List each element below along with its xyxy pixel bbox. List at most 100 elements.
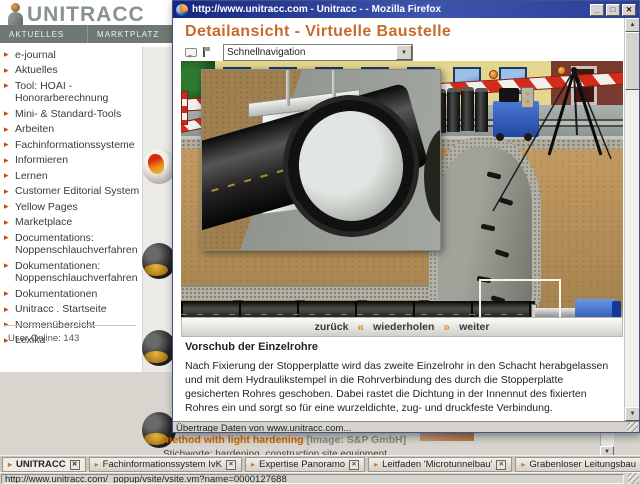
user-online-count: User Online: 143 bbox=[8, 333, 79, 344]
resize-grip[interactable] bbox=[628, 473, 639, 484]
unitracc-figure-icon bbox=[7, 3, 24, 27]
tab-expertise-panoramo[interactable]: ▸ Expertise Panoramo ✕ bbox=[245, 457, 365, 472]
sidebar-item-label: Arbeiten bbox=[15, 123, 54, 135]
scroll-up-button[interactable]: ▲ bbox=[625, 18, 640, 32]
repeat-control[interactable]: wiederholen bbox=[373, 321, 434, 333]
virtual-construction-site-animation[interactable] bbox=[181, 61, 623, 317]
sidebar-item-documentations-noppenschlauch[interactable]: ▸ Documentations: Noppenschlauchverfahren bbox=[2, 230, 140, 258]
popup-status-text: Übertrage Daten von www.unitracc.com... bbox=[176, 423, 351, 433]
tab-bullet-icon: ▸ bbox=[374, 460, 378, 469]
arrow-bullet-icon: ▸ bbox=[4, 64, 9, 77]
article-thumbnail[interactable] bbox=[142, 148, 176, 184]
arrow-bullet-icon: ▸ bbox=[4, 185, 9, 198]
scrollbar-thumb[interactable] bbox=[625, 32, 640, 90]
quicknav-row: Schnellnavigation ▼ bbox=[185, 44, 413, 61]
tab-unitracc[interactable]: ▸UNITRACC✕ bbox=[2, 457, 86, 472]
arrow-bullet-icon: ▸ bbox=[4, 259, 9, 272]
arrow-bullet-icon: ▸ bbox=[4, 169, 9, 182]
arrow-bullet-icon: ▸ bbox=[4, 107, 9, 120]
window-buttons: _ □ ✕ bbox=[590, 4, 636, 16]
sidebar-item-e-journal[interactable]: ▸e-journal bbox=[2, 47, 140, 63]
sidebar-item-aktuelles[interactable]: ▸ Aktuelles bbox=[2, 63, 140, 79]
article-headline-fragment[interactable]: method with light hardening [Image: S&P … bbox=[163, 434, 406, 446]
sidebar-item-marketplace[interactable]: ▸ Marketplace bbox=[2, 215, 140, 231]
sidebar-item-unitracc-startseite[interactable]: ▸Unitracc . Startseite bbox=[2, 302, 140, 318]
tab-close-icon[interactable]: ✕ bbox=[226, 460, 236, 470]
sidebar-item-label: Documentations: Noppenschlauchverfahren bbox=[15, 232, 138, 257]
sidebar-item-label: Marketplace bbox=[15, 216, 72, 228]
popup-scrollbar[interactable]: ▲ ▼ bbox=[624, 18, 639, 421]
tab-close-icon[interactable]: ✕ bbox=[496, 460, 506, 470]
quicknav-value: Schnellnavigation bbox=[224, 47, 396, 58]
tab-close-icon[interactable]: ✕ bbox=[70, 460, 80, 470]
sidebar-item-yellow-pages[interactable]: ▸Yellow Pages bbox=[2, 199, 140, 215]
tab-close-icon[interactable]: ✕ bbox=[349, 460, 359, 470]
article-headline: method with light hardening bbox=[163, 434, 304, 446]
arrow-bullet-icon: ▸ bbox=[4, 231, 9, 244]
arrow-bullet-icon: ▸ bbox=[4, 123, 9, 136]
popup-resize-grip[interactable] bbox=[627, 422, 638, 433]
nav-marktplatz[interactable]: MARKTPLATZ bbox=[88, 25, 176, 43]
sidebar-item-tool-hoai[interactable]: ▸ Tool: HOAI - Honorarberechnung bbox=[2, 78, 140, 106]
sidebar-item-label: Tool: HOAI - Honorarberechnung bbox=[15, 80, 108, 105]
article-text: Vorschub der Einzelrohre Nach Fixierung … bbox=[185, 341, 609, 433]
article-thumbnail[interactable] bbox=[142, 243, 176, 279]
flags-icon[interactable] bbox=[203, 47, 217, 58]
popup-window: http://www.unitracc.com - Unitracc - - M… bbox=[172, 0, 640, 433]
article-title: Vorschub der Einzelrohre bbox=[185, 341, 609, 353]
tab-bullet-icon: ▸ bbox=[95, 460, 99, 469]
sidebar-item-lernen[interactable]: ▸ Lernen bbox=[2, 168, 140, 184]
back-control[interactable]: zurück bbox=[315, 321, 349, 333]
tab-bar: ▸UNITRACC✕ ▸Fachinformationssystem IvK✕ … bbox=[0, 455, 640, 472]
dropdown-arrow-icon: ▼ bbox=[396, 45, 412, 60]
scroll-down-button[interactable]: ▼ bbox=[625, 407, 640, 421]
quicknav-dropdown[interactable]: Schnellnavigation ▼ bbox=[223, 44, 413, 61]
article-paragraph: Nach Fixierung der Stopperplatte wird da… bbox=[185, 359, 609, 415]
detail-inset-overlay bbox=[201, 69, 441, 251]
next-double-arrow-icon: » bbox=[443, 320, 450, 334]
article-thumbnail[interactable] bbox=[142, 330, 176, 366]
sidebar-divider bbox=[4, 325, 136, 326]
sidebar-item-label: Lernen bbox=[15, 170, 48, 182]
sidebar-item-label: Aktuelles bbox=[15, 64, 58, 76]
sidebar-item-mini-standard-tools[interactable]: ▸Mini- & Standard-Tools bbox=[2, 106, 140, 122]
tab-leitfaden-microtunnelbau[interactable]: ▸Leitfaden 'Microtunnelbau'✕ bbox=[368, 457, 512, 472]
popup-titlebar[interactable]: http://www.unitracc.com - Unitracc - - M… bbox=[173, 1, 639, 18]
unitracc-logo[interactable]: UNITRACC bbox=[7, 3, 145, 27]
comment-icon[interactable] bbox=[185, 48, 197, 57]
next-control[interactable]: weiter bbox=[459, 321, 489, 333]
sidebar-item-dokumentationen[interactable]: ▸Dokumentationen bbox=[2, 286, 140, 302]
tab-label: UNITRACC bbox=[16, 459, 66, 470]
arrow-bullet-icon: ▸ bbox=[4, 79, 9, 92]
tab-bullet-icon: ▸ bbox=[251, 460, 255, 469]
sidebar-item-label: Customer Editorial System bbox=[15, 185, 139, 197]
sidebar-item-customer-editorial-system[interactable]: ▸ Customer Editorial System bbox=[2, 184, 140, 200]
sidebar-item-informieren[interactable]: ▸Informieren bbox=[2, 153, 140, 169]
tab-fachinformationssystem[interactable]: ▸ Fachinformationssystem IvK ✕ bbox=[89, 457, 242, 472]
tab-label: Fachinformationssystem IvK bbox=[103, 459, 222, 470]
close-button[interactable]: ✕ bbox=[622, 4, 636, 16]
scroll-up-icon: ▲ bbox=[630, 22, 636, 28]
sidebar-item-label: Informieren bbox=[15, 154, 68, 166]
tab-grabenloser-leitungsbau[interactable]: ▸Grabenloser Leitungsbau✕ bbox=[515, 457, 640, 472]
animation-controls: zurück « wiederholen » weiter bbox=[181, 317, 623, 337]
popup-title: http://www.unitracc.com - Unitracc - - M… bbox=[192, 4, 441, 15]
sidebar-item-fachinformationssysteme[interactable]: ▸Fachinformationssysteme bbox=[2, 137, 140, 153]
tab-label: Expertise Panoramo bbox=[259, 459, 345, 470]
background-scrollbar-track[interactable] bbox=[600, 433, 614, 446]
sidebar-item-label: Dokumentationen bbox=[15, 288, 97, 300]
scroll-down-icon: ▼ bbox=[604, 449, 610, 455]
arrow-bullet-icon: ▸ bbox=[4, 200, 9, 213]
logo-text: UNITRACC bbox=[27, 3, 145, 27]
sidebar-item-arbeiten[interactable]: ▸ Arbeiten bbox=[2, 122, 140, 138]
status-url: http://www.unitracc.com/_popup/vsite/vsi… bbox=[1, 474, 624, 484]
sidebar-item-dokumentationen-noppenschlauch[interactable]: ▸Dokumentationen: Noppenschlauchverfahre… bbox=[2, 258, 140, 286]
status-bar: http://www.unitracc.com/_popup/vsite/vsi… bbox=[0, 472, 640, 485]
screen: Unitracc - Underground Infrastructure Tr… bbox=[0, 0, 640, 485]
nav-aktuelles[interactable]: AKTUELLES bbox=[0, 25, 88, 43]
scroll-down-icon: ▼ bbox=[630, 411, 636, 417]
arrow-bullet-icon: ▸ bbox=[4, 216, 9, 229]
maximize-button[interactable]: □ bbox=[606, 4, 620, 16]
page-title: Detailansicht - Virtuelle Baustelle bbox=[185, 23, 451, 41]
minimize-button[interactable]: _ bbox=[590, 4, 604, 16]
